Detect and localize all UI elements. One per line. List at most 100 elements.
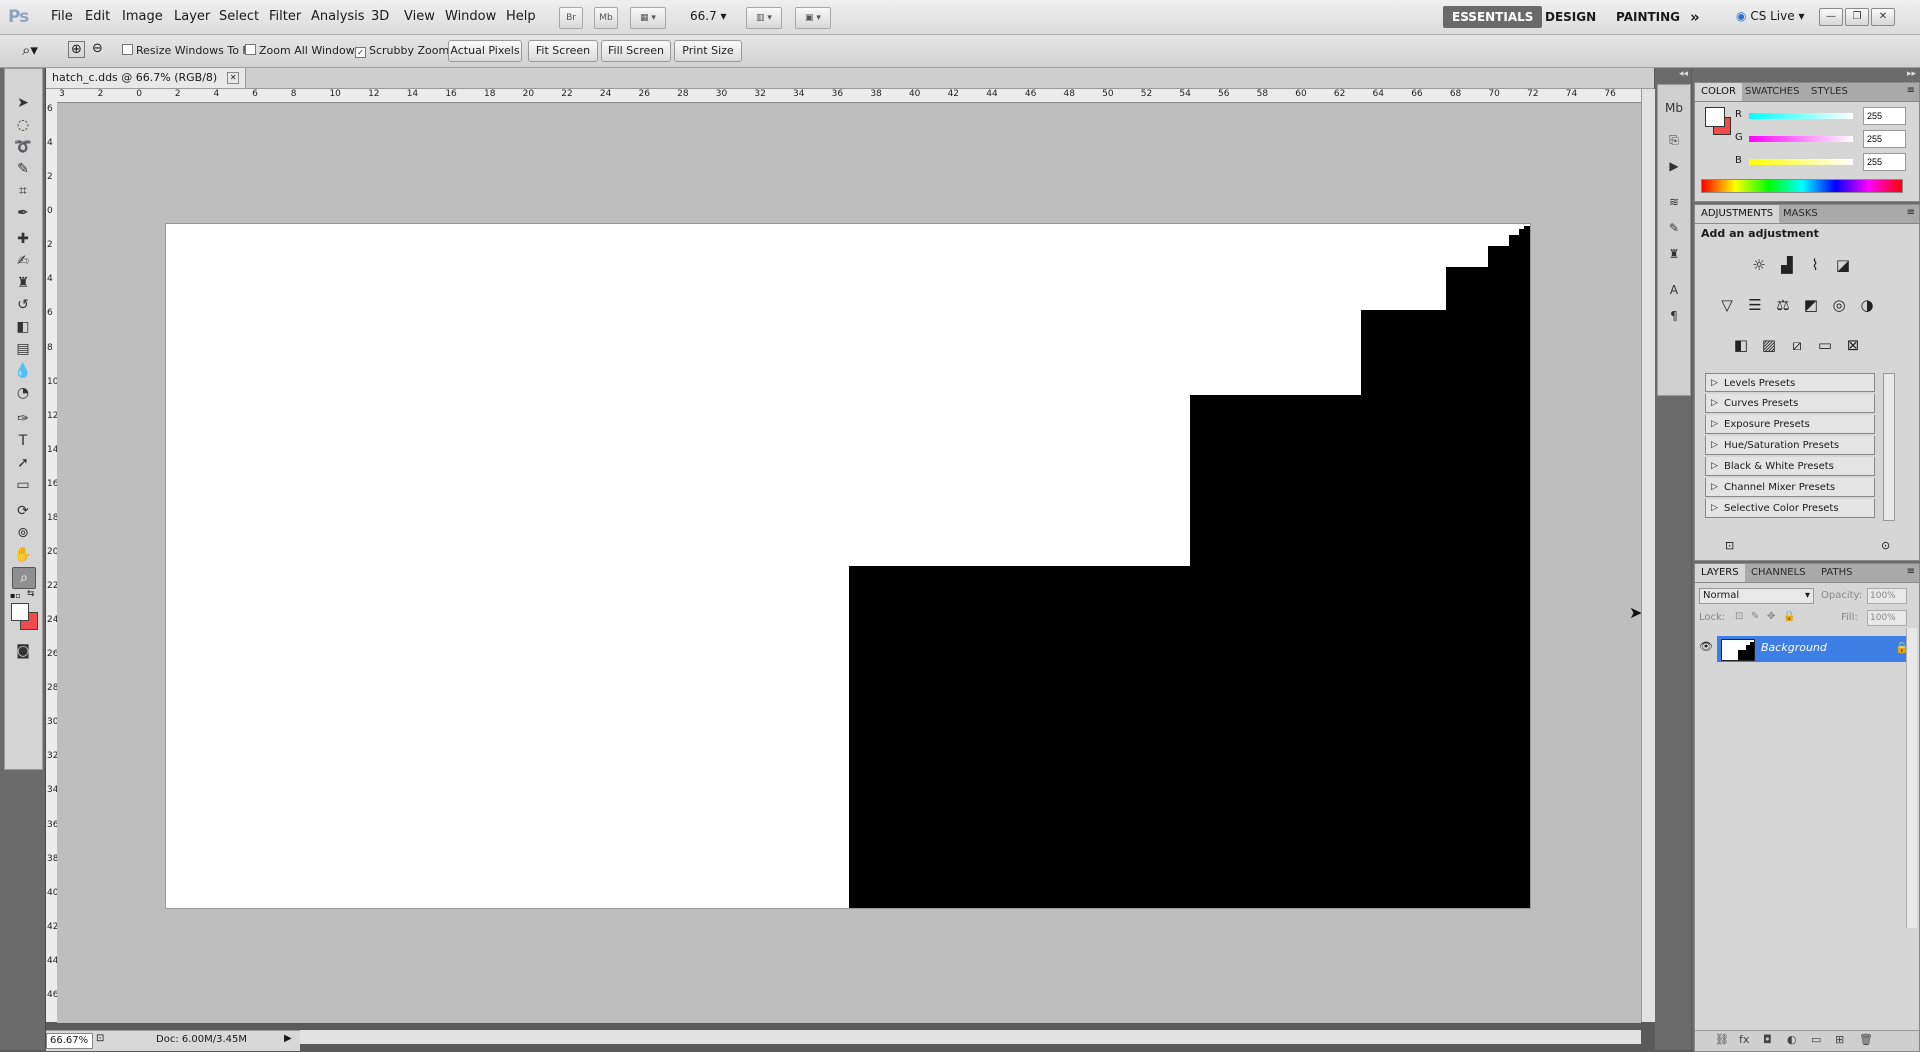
hue-saturation-icon[interactable]: ☰ xyxy=(1743,293,1767,317)
layer-visibility-eye-icon[interactable]: 👁 xyxy=(1699,640,1713,656)
eraser-tool-icon[interactable]: ◧ xyxy=(12,317,34,337)
preset-channel-mixer[interactable]: ▷ Channel Mixer Presets xyxy=(1705,478,1875,497)
tab-color[interactable]: COLOR xyxy=(1695,83,1742,101)
blur-tool-icon[interactable]: 💧 xyxy=(12,361,34,381)
window-close-button[interactable]: ✕ xyxy=(1871,8,1895,26)
crop-tool-icon[interactable]: ⌗ xyxy=(12,181,34,201)
brush-presets-panel-icon[interactable]: ≋ xyxy=(1664,193,1684,211)
marquee-tool-icon[interactable]: ◌ xyxy=(12,115,34,135)
zoom-tool-icon[interactable]: ⌕ xyxy=(12,567,36,589)
red-track[interactable] xyxy=(1749,113,1853,119)
zoom-tool-preset-icon[interactable]: ⌕▾ xyxy=(22,41,38,59)
window-restore-button[interactable]: ❐ xyxy=(1845,8,1869,26)
minibridge-panel-icon[interactable]: Mb xyxy=(1664,99,1684,117)
quick-mask-icon[interactable]: ◙ xyxy=(12,641,34,661)
tab-masks[interactable]: MASKS xyxy=(1777,205,1824,223)
green-slider[interactable]: G xyxy=(1735,130,1915,148)
layer-background-row[interactable]: Background 🔒 xyxy=(1717,636,1917,662)
color-panel-menu-icon[interactable]: ≡ xyxy=(1907,85,1915,96)
tab-styles[interactable]: STYLES xyxy=(1805,83,1854,101)
default-colors-icon[interactable]: ▪▫ xyxy=(10,591,21,600)
lasso-tool-icon[interactable]: ➰ xyxy=(12,137,34,157)
blue-slider[interactable]: B xyxy=(1735,153,1915,171)
zoom-out-icon[interactable]: ⊖ xyxy=(90,41,105,56)
green-value[interactable] xyxy=(1863,130,1906,148)
move-tool-icon[interactable]: ➤ xyxy=(12,93,34,113)
swap-colors-icon[interactable]: ⇆ xyxy=(27,589,35,599)
window-minimize-button[interactable]: — xyxy=(1819,8,1843,26)
presets-scrollbar[interactable] xyxy=(1883,373,1895,521)
tab-channels[interactable]: CHANNELS xyxy=(1745,564,1812,582)
vibrance-icon[interactable]: ▽ xyxy=(1715,293,1739,317)
black-white-icon[interactable]: ◩ xyxy=(1799,293,1823,317)
red-value[interactable] xyxy=(1863,107,1906,125)
lock-all-icon[interactable]: 🔒 xyxy=(1783,611,1795,622)
threshold-icon[interactable]: ⧄ xyxy=(1785,333,1809,357)
exposure-icon[interactable]: ◪ xyxy=(1831,253,1855,277)
add-mask-icon[interactable]: ◘ xyxy=(1763,1033,1772,1046)
scrubby-zoom-checkbox[interactable]: ✓ Scrubby Zoom xyxy=(355,44,449,58)
blend-mode-select[interactable]: Normal ▾ xyxy=(1699,588,1814,604)
eyedropper-tool-icon[interactable]: ✒ xyxy=(12,203,34,223)
view-extras-button[interactable]: ▦ ▾ xyxy=(630,7,666,29)
vertical-scrollbar[interactable] xyxy=(1641,89,1655,1022)
tab-swatches[interactable]: SWATCHES xyxy=(1739,83,1805,101)
minibridge-button[interactable]: Mb xyxy=(594,7,618,29)
menu-image[interactable]: Image xyxy=(122,9,163,24)
preset-hue-saturation[interactable]: ▷ Hue/Saturation Presets xyxy=(1705,436,1875,455)
dodge-tool-icon[interactable]: ◔ xyxy=(12,383,34,403)
menu-help[interactable]: Help xyxy=(506,9,536,24)
zoom-all-windows-checkbox[interactable]: Zoom All Windows xyxy=(245,44,360,57)
menu-window[interactable]: Window xyxy=(445,9,496,24)
horizontal-scrollbar[interactable] xyxy=(300,1030,1641,1044)
layer-style-icon[interactable]: fx xyxy=(1739,1033,1749,1046)
character-panel-icon[interactable]: A xyxy=(1664,281,1684,299)
new-layer-icon[interactable]: ⊞ xyxy=(1835,1033,1844,1046)
menu-analysis[interactable]: Analysis xyxy=(311,9,365,24)
adjustments-menu-icon[interactable]: ≡ xyxy=(1907,207,1915,218)
photo-filter-icon[interactable]: ◎ xyxy=(1827,293,1851,317)
menu-view[interactable]: View xyxy=(404,9,435,24)
paragraph-panel-icon[interactable]: ¶ xyxy=(1664,307,1684,325)
panel-foreground-swatch[interactable] xyxy=(1705,107,1725,127)
collapse-dock-icon[interactable]: ◂◂ xyxy=(1679,69,1688,79)
history-panel-icon[interactable]: ⎘ xyxy=(1664,131,1684,149)
menu-filter[interactable]: Filter xyxy=(269,9,301,24)
menu-edit[interactable]: Edit xyxy=(85,9,110,24)
bridge-button[interactable]: Br xyxy=(559,7,583,29)
preset-levels[interactable]: ▷ Levels Presets xyxy=(1705,373,1875,392)
path-selection-tool-icon[interactable]: ➚ xyxy=(12,453,34,473)
gradient-tool-icon[interactable]: ▤ xyxy=(12,339,34,359)
layers-scrollbar[interactable] xyxy=(1906,628,1917,928)
actual-pixels-button[interactable]: Actual Pixels xyxy=(448,40,522,62)
horizontal-ruler[interactable]: 3 2 0 2 4 6 8 10 12 14 16 18 20 22 24 26 28 30 32 34 36 38 40 4… xyxy=(57,89,1641,103)
type-tool-icon[interactable]: T xyxy=(12,431,34,451)
tab-layers[interactable]: LAYERS xyxy=(1695,564,1745,582)
workspace-more[interactable]: » xyxy=(1690,6,1700,28)
blue-value[interactable] xyxy=(1863,153,1906,171)
zoom-in-icon[interactable]: ⊕ xyxy=(68,41,85,58)
zoom-level-dropdown[interactable]: 66.7 ▾ xyxy=(690,9,727,23)
channel-mixer-icon[interactable]: ◑ xyxy=(1855,293,1879,317)
green-track[interactable] xyxy=(1749,136,1853,142)
red-slider[interactable]: R xyxy=(1735,107,1915,125)
screen-mode-button[interactable]: ▣ ▾ xyxy=(795,7,831,29)
delete-layer-icon[interactable]: 🗑 xyxy=(1859,1033,1873,1046)
workspace-design[interactable]: DESIGN xyxy=(1545,6,1596,28)
color-balance-icon[interactable]: ⚖ xyxy=(1771,293,1795,317)
menu-file[interactable]: File xyxy=(51,9,73,24)
quick-selection-tool-icon[interactable]: ✎ xyxy=(12,159,34,179)
3d-rotate-tool-icon[interactable]: ⟳ xyxy=(12,501,34,521)
resize-windows-checkbox[interactable]: Resize Windows To Fit xyxy=(122,44,255,57)
workspace-essentials[interactable]: ESSENTIALS xyxy=(1443,6,1543,28)
invert-icon[interactable]: ◧ xyxy=(1729,333,1753,357)
canvas-area[interactable]: ➤ xyxy=(57,103,1641,1023)
selective-color-icon[interactable]: ⊠ xyxy=(1841,333,1865,357)
preset-black-white[interactable]: ▷ Black & White Presets xyxy=(1705,457,1875,476)
tab-paths[interactable]: PATHS xyxy=(1815,564,1858,582)
fit-screen-button[interactable]: Fit Screen xyxy=(528,40,598,62)
color-spectrum[interactable] xyxy=(1701,179,1903,193)
brush-tool-icon[interactable]: ✍ xyxy=(12,251,34,271)
arrange-documents-button[interactable]: ▥ ▾ xyxy=(746,7,782,29)
close-document-icon[interactable]: ✕ xyxy=(227,72,240,84)
